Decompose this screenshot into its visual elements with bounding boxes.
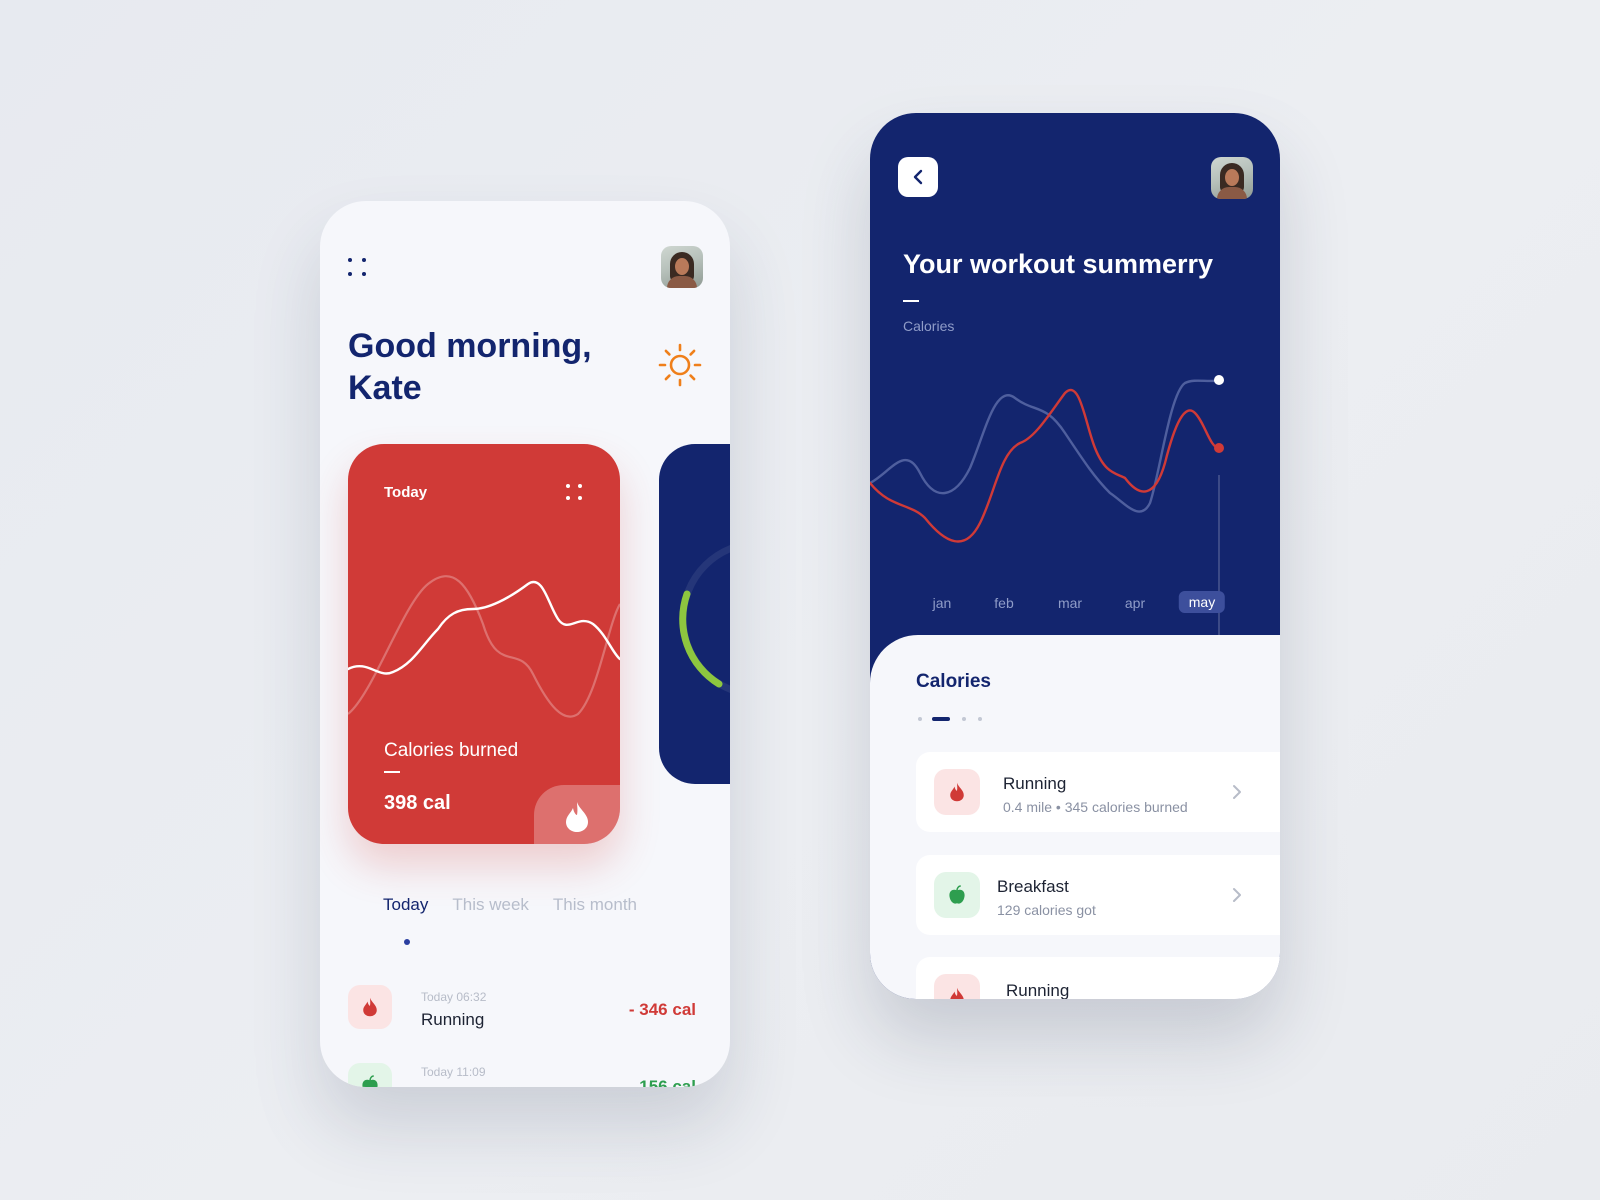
month-apr[interactable]: apr <box>1125 595 1145 611</box>
sun-icon <box>658 343 702 387</box>
month-selector: jan feb mar apr may <box>870 591 1280 621</box>
list-item[interactable]: Running 0.4 mile • 345 calories burned <box>916 752 1280 832</box>
calories-sparkline <box>348 575 620 718</box>
chevron-right-icon <box>1233 785 1241 799</box>
calories-title: Calories burned <box>384 740 519 761</box>
list-item[interactable]: Breakfast 129 calories got <box>916 855 1280 935</box>
apple-icon <box>348 1063 392 1087</box>
home-screen: Good morning, Kate Today Calories burned… <box>320 201 730 1087</box>
tab-this-month[interactable]: This month <box>553 895 637 915</box>
avatar[interactable] <box>1211 157 1253 199</box>
month-may[interactable]: may <box>1178 591 1226 613</box>
period-tabs: Today This week This month <box>383 895 637 915</box>
month-jan[interactable]: jan <box>933 595 952 611</box>
page-title: Your workout summerry <box>903 249 1214 279</box>
calories-trend-chart <box>870 375 1224 673</box>
card-menu-icon[interactable] <box>566 484 586 504</box>
item-title: Running <box>1003 774 1067 793</box>
item-subtitle: 0.4 mile • 345 calories burned <box>1003 799 1188 815</box>
menu-icon[interactable] <box>348 258 368 278</box>
calories-sheet: Calories Running 0.4 mile • 345 calories… <box>870 635 1280 999</box>
chevron-left-icon <box>913 169 923 185</box>
secondary-card[interactable] <box>659 444 730 784</box>
flame-icon <box>934 974 980 999</box>
chart-subtitle: Calories <box>903 318 955 334</box>
month-mar[interactable]: mar <box>1058 595 1082 611</box>
calories-card[interactable]: Today Calories burned 398 cal <box>348 444 620 844</box>
list-item[interactable]: Running <box>916 957 1280 999</box>
flame-icon <box>566 802 588 832</box>
summary-screen: Your workout summerry Calories jan feb m… <box>870 113 1280 999</box>
activity-calories: - 346 cal <box>628 1000 696 1019</box>
chevron-right-icon <box>1233 888 1241 902</box>
item-title: Running <box>1006 981 1070 999</box>
flame-button[interactable] <box>534 785 620 844</box>
greeting-title: Good morning, Kate <box>348 327 592 407</box>
active-tab-indicator <box>404 939 410 945</box>
avatar[interactable] <box>661 246 703 288</box>
flame-icon <box>934 769 980 815</box>
flame-icon <box>348 985 392 1029</box>
sheet-title: Calories <box>916 671 991 692</box>
apple-icon <box>934 872 980 918</box>
card-label: Today <box>384 484 428 501</box>
activity-time: Today 06:32 <box>421 990 487 1004</box>
month-feb[interactable]: feb <box>994 595 1013 611</box>
divider <box>903 300 919 302</box>
divider <box>384 771 400 773</box>
tab-today[interactable]: Today <box>383 895 428 915</box>
item-subtitle: 129 calories got <box>997 902 1096 918</box>
activity-calories: 156 cal <box>639 1077 696 1087</box>
activity-name[interactable]: Running <box>421 1010 484 1030</box>
item-title: Breakfast <box>997 877 1069 896</box>
progress-ring <box>679 544 730 694</box>
activity-time: Today 11:09 <box>421 1065 486 1079</box>
back-button[interactable] <box>898 157 938 197</box>
calories-value: 398 cal <box>384 792 451 814</box>
tab-this-week[interactable]: This week <box>452 895 529 915</box>
